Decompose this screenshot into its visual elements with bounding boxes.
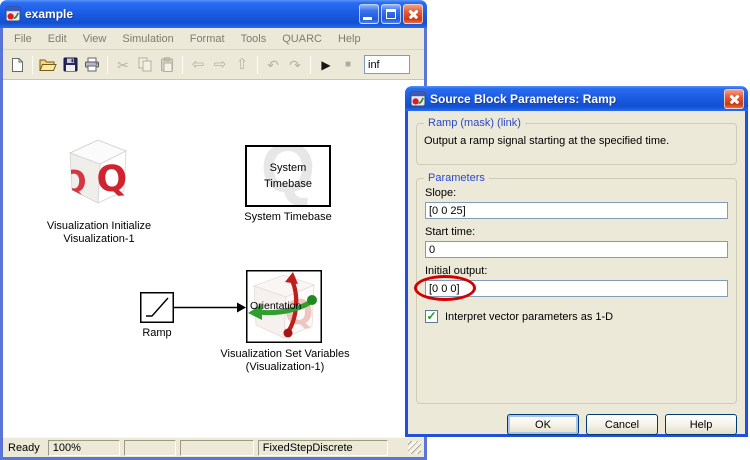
menu-help[interactable]: Help	[330, 30, 369, 48]
toolbar-separator	[107, 55, 108, 74]
main-window-title: example	[25, 7, 74, 21]
main-window-titlebar[interactable]: example	[0, 0, 427, 28]
cut-icon[interactable]: ✂	[112, 54, 134, 76]
maximize-icon[interactable]	[381, 4, 401, 24]
menu-simulation[interactable]: Simulation	[114, 30, 181, 48]
cube-q-letter: Q	[95, 158, 128, 201]
interpret-vector-checkbox[interactable]: ✓	[425, 310, 438, 323]
simulation-stop-time-input[interactable]	[364, 55, 410, 74]
start-time-input[interactable]	[425, 241, 728, 258]
interpret-vector-checkbox-label: Interpret vector parameters as 1-D	[445, 310, 614, 323]
dialog-title: Source Block Parameters: Ramp	[430, 91, 617, 106]
source-block-parameters-dialog: Source Block Parameters: Ramp Ramp (mask…	[405, 86, 748, 437]
close-icon[interactable]	[403, 4, 423, 24]
toolbar: ✂ ⇦ ⇨ ⇧ ↶ ↷ ▶ ■	[3, 50, 424, 80]
desktop: example File Edit View Simulation Format…	[0, 0, 750, 460]
status-bar: Ready 100% FixedStepDiscrete	[3, 437, 424, 457]
block-label-system-timebase[interactable]: System Timebase	[205, 211, 371, 224]
block-label-visualization-set-variables[interactable]: Visualization Set Variables (Visualizati…	[185, 348, 385, 374]
parameters-group-caption: Parameters	[424, 172, 489, 184]
help-button[interactable]: Help	[665, 414, 737, 435]
menu-format[interactable]: Format	[182, 30, 233, 48]
system-timebase-block-text: System Timebase	[264, 162, 312, 190]
menu-tools[interactable]: Tools	[233, 30, 275, 48]
status-zoom-level: 100%	[47, 439, 120, 456]
interpret-vector-checkbox-row: ✓ Interpret vector parameters as 1-D	[425, 310, 728, 323]
new-model-icon[interactable]	[6, 54, 28, 76]
minimize-icon[interactable]	[359, 4, 379, 24]
status-ready: Ready	[8, 441, 40, 454]
toolbar-separator	[257, 55, 258, 74]
slope-input[interactable]	[425, 202, 728, 219]
orientation-port-label: Orientation	[250, 300, 302, 312]
up-icon[interactable]: ⇧	[231, 54, 253, 76]
open-model-icon[interactable]	[37, 54, 59, 76]
start-simulation-icon[interactable]: ▶	[315, 54, 337, 76]
toolbar-separator	[310, 55, 311, 74]
block-label-visualization-initialize[interactable]: Visualization Initialize Visualization-1	[11, 220, 187, 246]
block-ramp[interactable]	[140, 292, 174, 323]
initial-output-input[interactable]	[425, 280, 728, 297]
signal-wire[interactable]	[173, 301, 247, 314]
save-model-icon[interactable]	[59, 54, 81, 76]
status-panel-empty-1	[123, 439, 176, 456]
resize-grip[interactable]	[408, 441, 421, 454]
toolbar-separator	[32, 55, 33, 74]
mask-description-text: Output a ramp signal starting at the spe…	[424, 135, 670, 147]
dialog-titlebar[interactable]: Source Block Parameters: Ramp	[405, 86, 748, 111]
back-icon[interactable]: ⇦	[187, 54, 209, 76]
ok-button[interactable]: OK	[507, 414, 579, 435]
forward-icon[interactable]: ⇨	[209, 54, 231, 76]
undo-icon[interactable]: ↶	[262, 54, 284, 76]
menu-edit[interactable]: Edit	[40, 30, 75, 48]
stop-simulation-icon[interactable]: ■	[337, 54, 359, 76]
status-panel-empty-2	[179, 439, 254, 456]
initial-output-label: Initial output:	[425, 265, 488, 277]
redo-icon[interactable]: ↷	[284, 54, 306, 76]
model-canvas[interactable]: Q Q Visualization Initialize Visualizati…	[3, 80, 424, 437]
menu-quarc[interactable]: QUARC	[274, 30, 330, 48]
block-label-ramp[interactable]: Ramp	[120, 327, 194, 340]
mask-description-group: Ramp (mask) (link) Output a ramp signal …	[416, 117, 737, 165]
window-controls	[359, 4, 423, 24]
cancel-button[interactable]: Cancel	[586, 414, 658, 435]
paste-icon[interactable]	[156, 54, 178, 76]
slope-label: Slope:	[425, 187, 457, 199]
print-icon[interactable]	[81, 54, 103, 76]
main-window-body: File Edit View Simulation Format Tools Q…	[0, 28, 427, 460]
dialog-body: Ramp (mask) (link) Output a ramp signal …	[405, 111, 748, 437]
status-solver: FixedStepDiscrete	[257, 439, 388, 456]
cube-q-letter-side: Q	[61, 165, 87, 200]
wire-arrowhead	[237, 302, 246, 313]
dialog-close-icon[interactable]	[724, 88, 744, 109]
menu-bar: File Edit View Simulation Format Tools Q…	[3, 28, 424, 50]
dialog-icon	[410, 91, 426, 107]
mask-group-caption: Ramp (mask) (link)	[424, 117, 525, 129]
simulink-model-window: example File Edit View Simulation Format…	[0, 0, 427, 460]
checkmark-icon: ✓	[426, 308, 437, 323]
copy-icon[interactable]	[134, 54, 156, 76]
block-system-timebase[interactable]: Q System Timebase	[245, 145, 331, 207]
toolbar-separator	[182, 55, 183, 74]
menu-view[interactable]: View	[75, 30, 115, 48]
menu-file[interactable]: File	[6, 30, 40, 48]
simulink-model-icon	[5, 6, 21, 22]
dialog-button-row: OK Cancel Help	[416, 414, 737, 435]
block-visualization-initialize[interactable]: Q Q	[61, 136, 133, 206]
start-time-label: Start time:	[425, 226, 476, 238]
parameters-group: Parameters Slope: Start time: Initial ou…	[414, 172, 737, 404]
